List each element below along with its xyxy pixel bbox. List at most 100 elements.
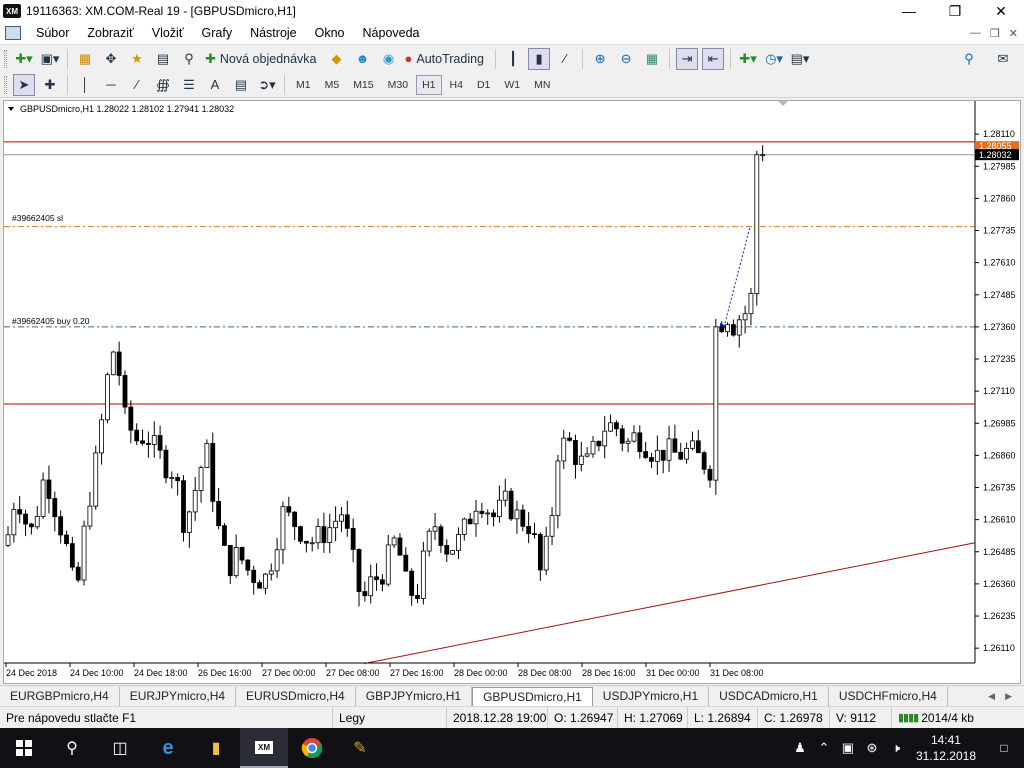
start-icon[interactable] <box>0 728 48 768</box>
vertical-line-icon[interactable]: │ <box>74 74 96 96</box>
battery-icon[interactable]: ▣ <box>836 740 860 756</box>
menu-insert[interactable]: Vložiť <box>143 22 193 44</box>
templates-icon[interactable]: ▤▾ <box>789 48 811 70</box>
task-view-icon[interactable]: ◫ <box>96 728 144 768</box>
terminal-icon[interactable]: ▤ <box>152 48 174 70</box>
mdi-minimize-button[interactable]: — <box>970 27 981 40</box>
tab-scroll-left-icon[interactable]: ◀ <box>988 691 995 702</box>
candle <box>420 550 426 599</box>
chart-window[interactable]: 1.28110 1.27985 1.27860 1.27735 1.27610 1.274… <box>3 100 1021 684</box>
paint-icon[interactable]: ✎ <box>336 728 384 768</box>
chrome-icon[interactable] <box>288 728 336 768</box>
menu-charts[interactable]: Grafy <box>193 22 242 44</box>
candle <box>298 526 303 542</box>
shift-marker-icon[interactable] <box>778 101 788 106</box>
notifications-icon[interactable]: □ <box>984 728 1024 768</box>
metaeditor-icon[interactable]: ◆ <box>326 48 348 70</box>
candle <box>397 537 403 556</box>
close-button[interactable]: ✕ <box>978 0 1024 22</box>
clock[interactable]: 14:41 31.12.2018 <box>908 732 984 764</box>
search-icon[interactable]: ⚲ <box>958 48 980 70</box>
bar-chart-icon[interactable]: ┃ <box>502 48 524 70</box>
chat-icon[interactable]: ✉ <box>992 48 1014 70</box>
new-chart-icon[interactable]: ✚▾ <box>13 48 35 70</box>
timeframe-mn[interactable]: MN <box>528 75 556 95</box>
zoom-in-icon[interactable]: ⊕ <box>589 48 611 70</box>
collapse-arrow-icon[interactable] <box>8 107 14 111</box>
mdi-close-button[interactable]: ✕ <box>1009 27 1018 40</box>
timeframe-d1[interactable]: D1 <box>471 75 496 95</box>
tab-usdchf[interactable]: USDCHFmicro,H4 <box>829 686 948 706</box>
profiles-icon[interactable]: ▣▾ <box>39 48 61 70</box>
candle <box>262 573 268 589</box>
menu-window[interactable]: Okno <box>306 22 354 44</box>
strategy-tester-icon[interactable]: ⚲ <box>178 48 200 70</box>
fibonacci-icon[interactable]: ☰ <box>178 74 200 96</box>
timeframe-m5[interactable]: M5 <box>319 75 346 95</box>
volume-mute-icon[interactable]: 🕨 <box>884 740 908 756</box>
crosshair-icon[interactable]: ✚ <box>39 74 61 96</box>
tab-gbpusd[interactable]: GBPUSDmicro,H1 <box>472 686 593 706</box>
timeframe-h4[interactable]: H4 <box>444 75 469 95</box>
tab-gbpjpy[interactable]: GBPJPYmicro,H1 <box>356 686 473 706</box>
equidistant-channel-icon[interactable]: ∰ <box>152 74 174 96</box>
new-order-button[interactable]: ✚ Nová objednávka <box>204 48 322 70</box>
tab-eurgbp[interactable]: EURGBPmicro,H4 <box>0 686 120 706</box>
tab-eurjpy[interactable]: EURJPYmicro,H4 <box>120 686 237 706</box>
tile-windows-icon[interactable]: ▦ <box>641 48 663 70</box>
file-explorer-icon[interactable]: ▮ <box>192 728 240 768</box>
mdi-restore-button[interactable]: ❐ <box>990 27 1000 40</box>
autoscroll-icon[interactable]: ⇥ <box>676 47 699 70</box>
arrows-icon[interactable]: ➲▾ <box>256 74 278 96</box>
signals-icon[interactable]: ☻ <box>352 48 374 70</box>
indicators-icon[interactable]: ✚▾ <box>737 48 759 70</box>
show-hidden-icons[interactable]: ⌃ <box>812 740 836 756</box>
price-chart[interactable]: 1.28110 1.27985 1.27860 1.27735 1.27610 1.274… <box>4 101 1020 683</box>
candle <box>637 432 643 452</box>
candle <box>327 527 333 544</box>
tab-usdcad[interactable]: USDCADmicro,H1 <box>709 686 829 706</box>
vps-icon[interactable]: ◉ <box>378 48 400 70</box>
minimize-button[interactable]: — <box>886 0 932 22</box>
horizontal-line-icon[interactable]: ─ <box>100 74 122 96</box>
network-icon[interactable]: ⊛ <box>860 740 884 756</box>
candlestick-icon[interactable]: ▮ <box>528 47 551 70</box>
menu-help[interactable]: Nápoveda <box>354 22 429 44</box>
tab-scroll-right-icon[interactable]: ▶ <box>1005 691 1012 702</box>
status-profile[interactable]: Legy <box>333 706 447 729</box>
menu-tools[interactable]: Nástroje <box>241 22 306 44</box>
text-icon[interactable]: A <box>204 74 226 96</box>
candle <box>742 313 748 321</box>
menu-file[interactable]: Súbor <box>27 22 78 44</box>
document-icon[interactable] <box>5 26 21 40</box>
status-connection[interactable]: ▮▮▮▮ 2014/4 kb <box>892 707 980 729</box>
tab-usdjpy[interactable]: USDJPYmicro,H1 <box>593 686 710 706</box>
maximize-button[interactable]: ❐ <box>932 0 978 22</box>
timeframe-m1[interactable]: M1 <box>290 75 317 95</box>
timeframe-w1[interactable]: W1 <box>498 75 526 95</box>
data-window-icon[interactable]: ✥ <box>100 48 122 70</box>
candle <box>415 595 420 599</box>
market-watch-icon[interactable]: ▦ <box>74 48 96 70</box>
tab-eurusd[interactable]: EURUSDmicro,H4 <box>236 686 356 706</box>
candle <box>58 516 64 536</box>
zoom-out-icon[interactable]: ⊖ <box>615 48 637 70</box>
periods-icon[interactable]: ◷▾ <box>763 48 785 70</box>
chart-shift-icon[interactable]: ⇤ <box>702 47 725 70</box>
search-taskbar-icon[interactable]: ⚲ <box>48 728 96 768</box>
timeframe-m30[interactable]: M30 <box>382 75 414 95</box>
status-datetime: 2018.12.28 19:00 <box>447 706 548 729</box>
navigator-icon[interactable]: ★ <box>126 48 148 70</box>
people-icon[interactable]: ♟ <box>788 740 812 756</box>
timeframe-h1[interactable]: H1 <box>416 74 442 95</box>
metatrader-icon[interactable]: XM <box>240 728 288 768</box>
text-label-icon[interactable]: ▤ <box>230 74 252 96</box>
cursor-icon[interactable]: ➤ <box>13 73 35 96</box>
line-chart-icon[interactable]: ∕ <box>554 48 576 70</box>
trendline-icon[interactable]: ∕ <box>126 74 148 96</box>
menu-view[interactable]: Zobraziť <box>78 22 142 44</box>
autotrading-button[interactable]: ● AutoTrading <box>404 48 490 70</box>
timeframe-m15[interactable]: M15 <box>347 75 379 95</box>
edge-browser-icon[interactable]: e <box>144 728 192 768</box>
order-label: #39662405 buy 0.20 <box>12 316 90 326</box>
